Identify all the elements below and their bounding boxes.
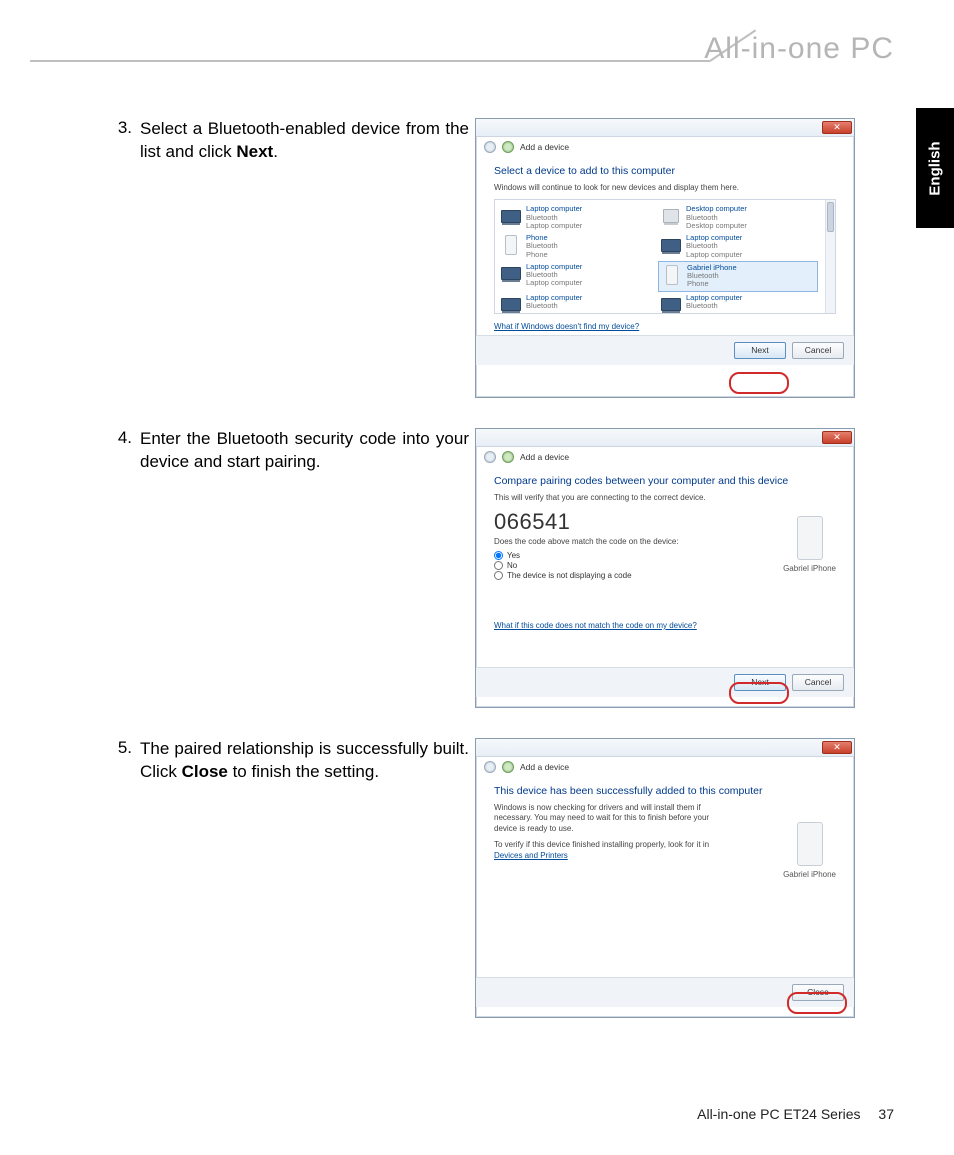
add-device-dialog-done: ✕ Add a device This device has been succ… xyxy=(475,738,855,1018)
wizard-icon xyxy=(502,141,514,153)
close-icon[interactable]: ✕ xyxy=(822,121,852,134)
device-name: Gabriel iPhone xyxy=(783,564,836,573)
device-preview: Gabriel iPhone xyxy=(783,821,836,879)
laptop-icon xyxy=(500,294,522,315)
back-icon[interactable] xyxy=(484,141,496,153)
step-text: The paired relationship is successfully … xyxy=(140,738,475,784)
dialog-subtext: Windows is now checking for drivers and … xyxy=(494,803,724,834)
page-footer: All-in-one PC ET24 Series 37 xyxy=(697,1106,894,1122)
laptop-icon xyxy=(660,234,682,256)
phone-icon xyxy=(793,821,827,867)
dialog-titlebar: ✕ xyxy=(476,429,854,447)
header-rule xyxy=(30,60,710,62)
device-item[interactable]: PhoneBluetoothPhone xyxy=(498,232,658,261)
back-icon[interactable] xyxy=(484,451,496,463)
add-device-dialog-pair: ✕ Add a device Compare pairing codes bet… xyxy=(475,428,855,708)
dialog-nav: Add a device xyxy=(476,447,854,467)
dialog-title: Add a device xyxy=(520,142,569,152)
help-link[interactable]: What if Windows doesn't find my device? xyxy=(494,322,639,331)
step-5: 5. The paired relationship is successful… xyxy=(110,738,890,1018)
laptop-icon xyxy=(660,294,682,315)
dialog-title: Add a device xyxy=(520,452,569,462)
language-tab: English xyxy=(916,108,954,228)
dialog-titlebar: ✕ xyxy=(476,739,854,757)
dialog-body: Select a device to add to this computer … xyxy=(476,157,854,335)
content: 3. Select a Bluetooth-enabled device fro… xyxy=(110,118,890,1048)
wizard-icon xyxy=(502,451,514,463)
step-text: Enter the Bluetooth security code into y… xyxy=(140,428,475,474)
close-icon[interactable]: ✕ xyxy=(822,741,852,754)
devices-printers-link[interactable]: Devices and Printers xyxy=(494,851,568,861)
device-item[interactable]: Gabriel iPhoneBluetoothPhone xyxy=(658,261,818,292)
dialog-subtext: Windows will continue to look for new de… xyxy=(494,183,836,193)
dialog-body: This device has been successfully added … xyxy=(476,777,854,977)
device-preview: Gabriel iPhone xyxy=(783,515,836,573)
dialog-title: Add a device xyxy=(520,762,569,772)
language-label: English xyxy=(927,141,944,195)
back-icon[interactable] xyxy=(484,761,496,773)
highlight-ring xyxy=(729,372,789,394)
dialog-footer: Close xyxy=(476,977,854,1007)
step-number: 4. xyxy=(110,428,140,448)
help-link[interactable]: What if this code does not match the cod… xyxy=(494,621,697,630)
dialog-footer: Next Cancel xyxy=(476,335,854,365)
footer-series: All-in-one PC ET24 Series xyxy=(697,1106,860,1122)
device-name: Gabriel iPhone xyxy=(783,870,836,879)
dialog-heading: Select a device to add to this computer xyxy=(494,165,836,177)
step-4: 4. Enter the Bluetooth security code int… xyxy=(110,428,890,708)
dialog-heading: This device has been successfully added … xyxy=(494,785,836,797)
scrollbar[interactable] xyxy=(825,200,835,313)
phone-icon xyxy=(661,264,683,286)
add-device-dialog-select: ✕ Add a device Select a device to add to… xyxy=(475,118,855,398)
device-item[interactable]: Laptop computerBluetoothLaptop computer xyxy=(658,232,818,261)
phone-icon xyxy=(793,515,827,561)
product-title: All-in-one PC xyxy=(704,32,894,66)
desktop-icon xyxy=(660,205,682,227)
device-item[interactable]: Laptop computerBluetoothLaptop computer xyxy=(498,261,658,292)
dialog-nav: Add a device xyxy=(476,757,854,777)
device-item[interactable]: Laptop computerBluetoothLaptop computer xyxy=(498,203,658,232)
device-item[interactable]: Laptop computerBluetooth xyxy=(658,292,818,315)
next-button[interactable]: Next xyxy=(734,674,786,691)
page-number: 37 xyxy=(878,1106,894,1122)
step-text: Select a Bluetooth-enabled device from t… xyxy=(140,118,475,164)
device-list[interactable]: Laptop computerBluetoothLaptop computerD… xyxy=(494,199,836,314)
step-number: 3. xyxy=(110,118,140,138)
cancel-button[interactable]: Cancel xyxy=(792,342,844,359)
device-item[interactable]: Laptop computerBluetooth xyxy=(498,292,658,315)
next-button[interactable]: Next xyxy=(734,342,786,359)
dialog-titlebar: ✕ xyxy=(476,119,854,137)
dialog-subtext: This will verify that you are connecting… xyxy=(494,493,836,503)
close-button[interactable]: Close xyxy=(792,984,844,1001)
laptop-icon xyxy=(500,263,522,285)
dialog-heading: Compare pairing codes between your compu… xyxy=(494,475,836,487)
laptop-icon xyxy=(500,205,522,227)
close-icon[interactable]: ✕ xyxy=(822,431,852,444)
dialog-body: Compare pairing codes between your compu… xyxy=(476,467,854,667)
dialog-subtext-2: To verify if this device finished instal… xyxy=(494,840,724,861)
dialog-nav: Add a device xyxy=(476,137,854,157)
phone-icon xyxy=(500,234,522,256)
step-3: 3. Select a Bluetooth-enabled device fro… xyxy=(110,118,890,398)
dialog-footer: Next Cancel xyxy=(476,667,854,697)
cancel-button[interactable]: Cancel xyxy=(792,674,844,691)
wizard-icon xyxy=(502,761,514,773)
step-number: 5. xyxy=(110,738,140,758)
device-item[interactable]: Desktop computerBluetoothDesktop compute… xyxy=(658,203,818,232)
